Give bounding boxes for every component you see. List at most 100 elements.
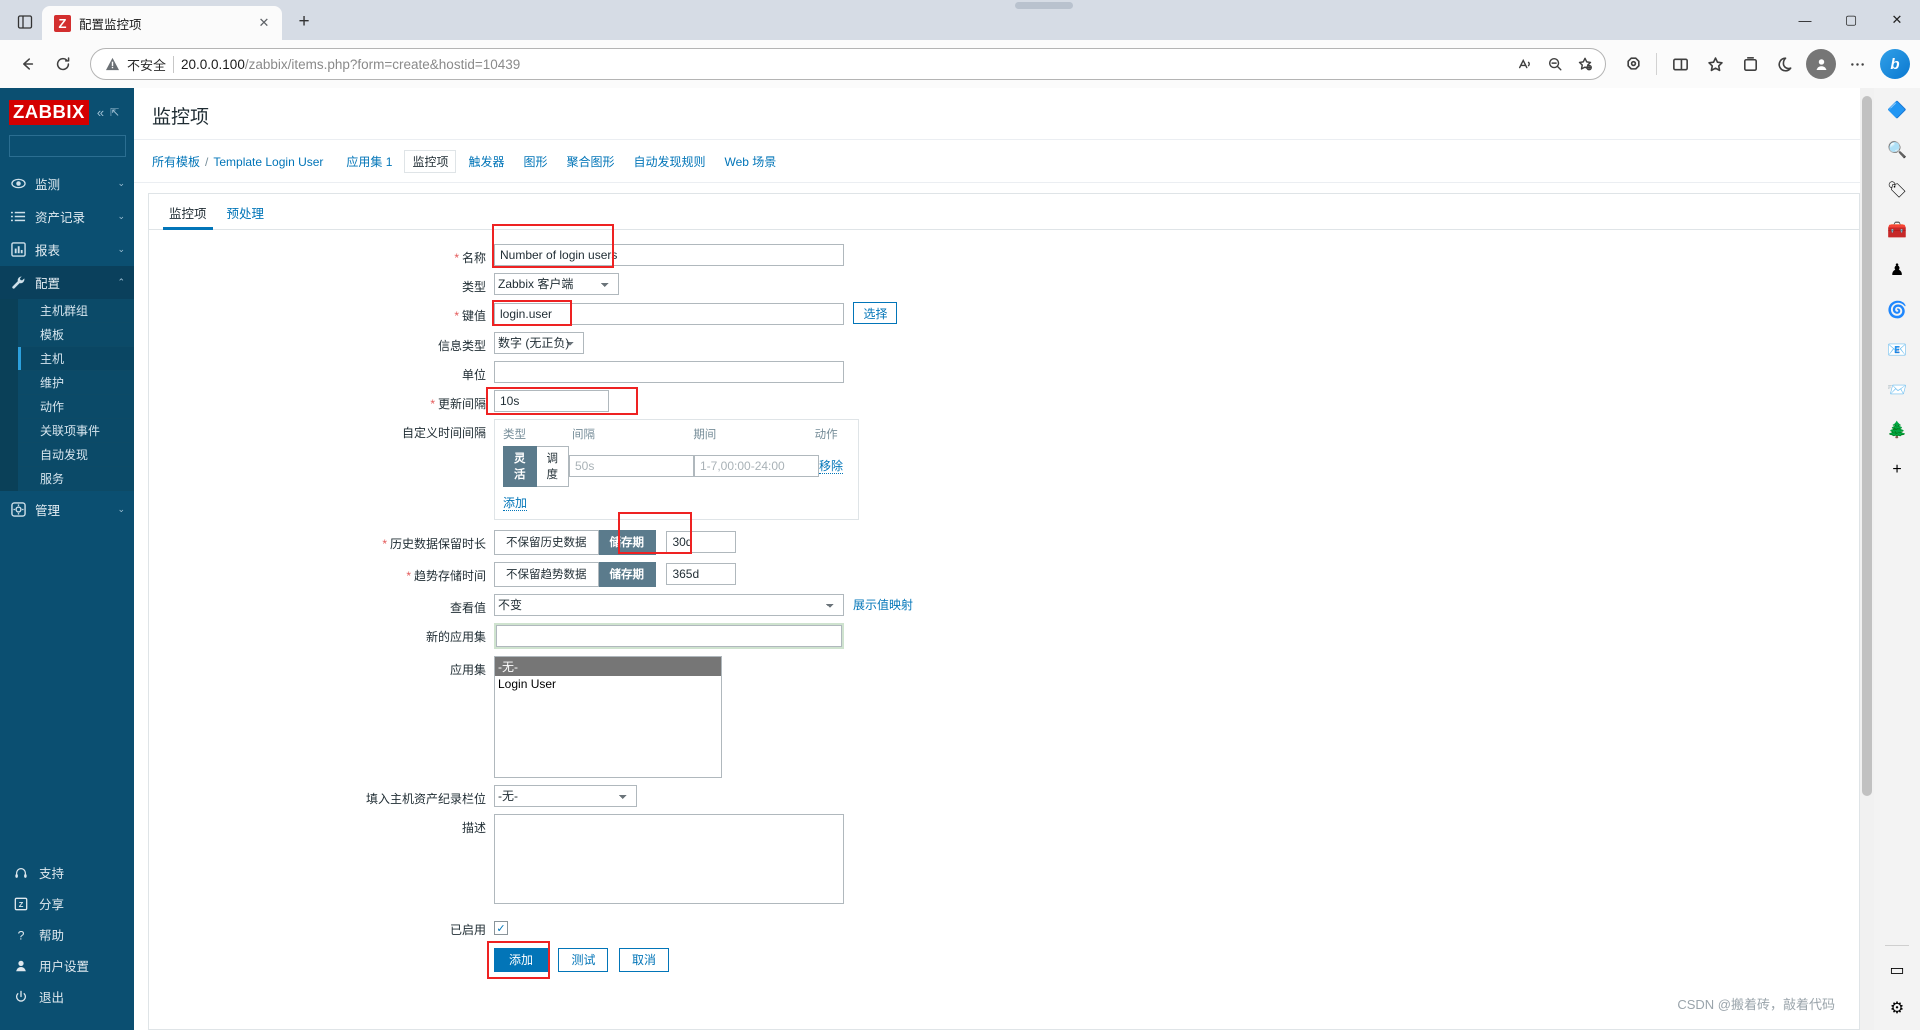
key-input[interactable] (494, 302, 844, 325)
value-map-select[interactable]: 不变 (494, 593, 844, 616)
collapse-sidebar-icon[interactable]: « (97, 105, 104, 120)
sidebar-item-administration[interactable]: 管理 ⌄ (0, 493, 134, 526)
bing-copilot-icon[interactable]: b (1880, 49, 1910, 79)
minimize-button[interactable]: — (1782, 0, 1828, 40)
browser-essentials-icon[interactable] (1768, 47, 1802, 81)
close-tab-icon[interactable]: ✕ (254, 13, 274, 33)
update-interval-input[interactable] (494, 389, 609, 412)
history-value-input[interactable] (666, 530, 737, 553)
edge-copilot-icon[interactable]: 🔷 (1882, 96, 1912, 124)
games-icon[interactable]: ♟ (1882, 256, 1912, 284)
add-favorite-icon[interactable] (1571, 50, 1599, 78)
add-icon[interactable]: + (1882, 456, 1912, 484)
close-window-button[interactable]: ✕ (1874, 0, 1920, 40)
sidebar-footer-support[interactable]: 支持 (0, 857, 134, 888)
read-aloud-icon[interactable] (1511, 50, 1539, 78)
address-bar[interactable]: 不安全 20.0.0.100/zabbix/items.php?form=cre… (90, 48, 1606, 80)
breadcrumb-all-templates[interactable]: 所有模板 (152, 153, 200, 170)
value-type-select[interactable]: 数字 (无正负) (494, 331, 584, 354)
trends-storage-button[interactable]: 储存期 (598, 561, 656, 587)
history-no-storage-button[interactable]: 不保留历史数据 (494, 529, 599, 555)
shopping-tag-icon[interactable]: 🏷 (1882, 176, 1912, 204)
maximize-button[interactable]: ▢ (1828, 0, 1874, 40)
breadcrumb-tab-items[interactable]: 监控项 (404, 150, 457, 173)
new-tab-button[interactable]: + (290, 8, 318, 36)
sidebar-footer-help[interactable]: ? 帮助 (0, 919, 134, 950)
page-scrollbar[interactable] (1860, 88, 1874, 1030)
trends-value-input[interactable] (666, 562, 737, 585)
add-interval-link[interactable]: 添加 (503, 495, 528, 511)
show-value-mappings-link[interactable]: 展示值映射 (853, 596, 913, 613)
pin-sidebar-icon[interactable]: ⇱ (110, 106, 119, 119)
key-select-button[interactable]: 选择 (853, 302, 898, 324)
sidebar-footer-share[interactable]: Z 分享 (0, 888, 134, 919)
sidebar-subitem-event-correlation[interactable]: 关联项事件 (18, 419, 134, 443)
sidebar-subitem-actions[interactable]: 动作 (18, 395, 134, 419)
sidebar-item-configuration[interactable]: 配置 ⌃ (0, 266, 134, 299)
remove-interval-link[interactable]: 移除 (819, 459, 844, 474)
profile-avatar[interactable] (1806, 49, 1836, 79)
trends-no-storage-button[interactable]: 不保留趋势数据 (494, 561, 599, 587)
enabled-checkbox[interactable]: ✓ (494, 921, 508, 935)
browser-tab[interactable]: Z 配置监控项 ✕ (42, 6, 282, 40)
favorites-icon[interactable] (1698, 47, 1732, 81)
split-screen-icon[interactable] (1663, 47, 1697, 81)
sidebar-toggle-icon[interactable]: ▭ (1882, 956, 1912, 984)
outlook-icon[interactable]: 📧 (1882, 336, 1912, 364)
sidebar-search[interactable] (9, 135, 170, 157)
reload-icon[interactable] (46, 47, 80, 81)
tab-preprocessing[interactable]: 预处理 (217, 194, 275, 229)
extensions-icon[interactable] (1616, 47, 1650, 81)
sidebar-footer-signout[interactable]: 退出 (0, 981, 134, 1012)
breadcrumb-tab-web-scenarios[interactable]: Web 场景 (718, 151, 784, 172)
application-option-login-user[interactable]: Login User (495, 676, 721, 692)
breadcrumb-tab-screens[interactable]: 聚合图形 (559, 151, 621, 172)
sidebar-item-reports[interactable]: 报表 ⌄ (0, 233, 134, 266)
sidebar-subitem-maintenance[interactable]: 维护 (18, 371, 134, 395)
description-textarea[interactable] (494, 813, 844, 904)
breadcrumb-tab-triggers[interactable]: 触发器 (461, 151, 511, 172)
zoom-out-icon[interactable] (1541, 50, 1569, 78)
add-button[interactable]: 添加 (494, 947, 549, 972)
custom-interval-input[interactable] (569, 455, 694, 477)
application-option-none[interactable]: -无- (495, 656, 721, 676)
tab-item[interactable]: 监控项 (159, 194, 217, 230)
sidebar-subitem-services[interactable]: 服务 (18, 467, 134, 491)
field-row-description: 描述 (149, 813, 1859, 909)
breadcrumb-tab-graphs[interactable]: 图形 (516, 151, 554, 172)
breadcrumb-tab-discovery-rules[interactable]: 自动发现规则 (627, 151, 713, 172)
breadcrumb-tab-applications[interactable]: 应用集 1 (339, 151, 399, 172)
sidebar-subitem-templates[interactable]: 模板 (18, 323, 134, 347)
tools-icon[interactable]: 🧰 (1882, 216, 1912, 244)
office-icon[interactable]: 🌀 (1882, 296, 1912, 324)
history-storage-button[interactable]: 储存期 (598, 529, 656, 555)
new-application-input[interactable] (496, 624, 842, 647)
sidebar-subitem-discovery[interactable]: 自动发现 (18, 443, 134, 467)
mode-scheduling-button[interactable]: 调度 (536, 445, 569, 487)
sidebar-subitem-host-groups[interactable]: 主机群组 (18, 299, 134, 323)
settings-and-more-icon[interactable] (1840, 47, 1874, 81)
tree-icon[interactable]: 🌲 (1882, 416, 1912, 444)
type-select[interactable]: Zabbix 客户端 (494, 273, 619, 295)
telegram-icon[interactable]: 📨 (1882, 376, 1912, 404)
collections-icon[interactable] (1733, 47, 1767, 81)
back-icon[interactable] (10, 47, 44, 81)
search-icon[interactable]: 🔍 (1882, 136, 1912, 164)
cancel-button[interactable]: 取消 (618, 947, 669, 972)
sidebar-footer-user-settings[interactable]: 用户设置 (0, 950, 134, 981)
rail-settings-icon[interactable]: ⚙ (1882, 994, 1912, 1022)
applications-listbox[interactable]: -无- Login User (494, 655, 722, 778)
column-header-type: 类型 (503, 428, 526, 441)
test-button[interactable]: 测试 (558, 947, 609, 972)
sidebar-subitem-hosts[interactable]: 主机 (18, 347, 134, 371)
units-input[interactable] (494, 360, 844, 383)
inventory-field-select[interactable]: -无- (494, 784, 637, 807)
sidebar-item-inventory[interactable]: 资产记录 ⌄ (0, 200, 134, 233)
name-input[interactable] (494, 244, 844, 266)
sidebar-item-monitoring[interactable]: 监测 ⌄ (0, 167, 134, 200)
scrollbar-thumb[interactable] (1862, 96, 1872, 796)
custom-period-input[interactable] (694, 455, 819, 477)
mode-flexible-button[interactable]: 灵活 (503, 445, 537, 487)
tab-actions-icon[interactable] (8, 7, 42, 37)
breadcrumb-template-name[interactable]: Template Login User (213, 155, 323, 169)
